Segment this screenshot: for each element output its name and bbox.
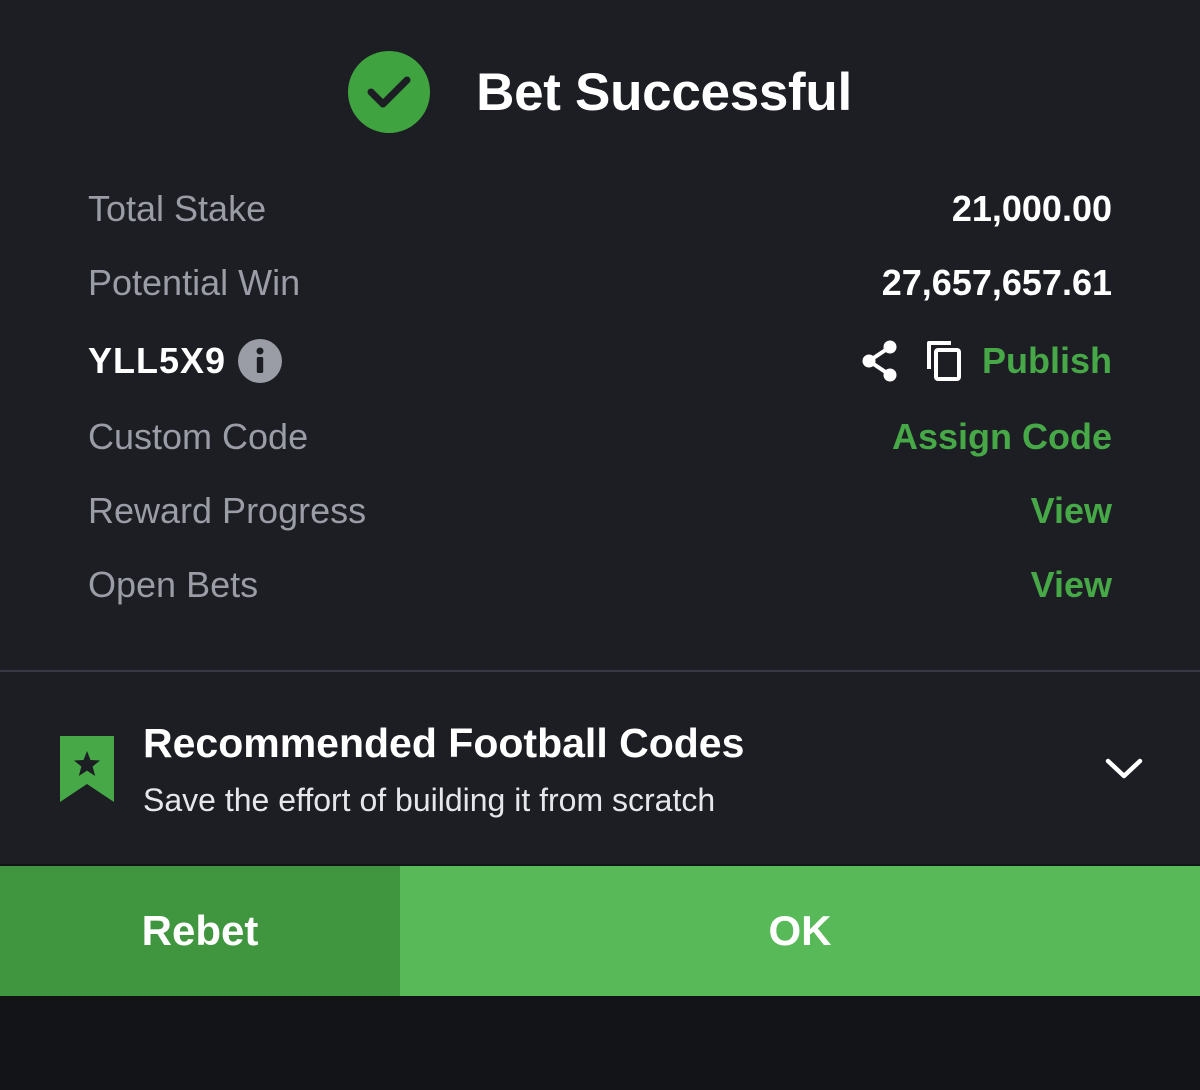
- reward-progress-row: Reward Progress View: [88, 476, 1112, 546]
- booking-code-row: YLL5X9 Publish: [88, 326, 1112, 396]
- copy-icon[interactable]: [924, 339, 964, 383]
- open-bets-row: Open Bets View: [88, 550, 1112, 620]
- rebet-button[interactable]: Rebet: [0, 866, 400, 996]
- dialog-title: Bet Successful: [476, 62, 852, 122]
- recommended-subtitle: Save the effort of building it from scra…: [143, 782, 716, 818]
- potential-win-label: Potential Win: [88, 262, 301, 303]
- reward-progress-view-link[interactable]: View: [1031, 490, 1112, 532]
- potential-win-value: 27,657,657.61: [881, 262, 1112, 303]
- section-divider: [0, 670, 1200, 672]
- recommended-codes-section[interactable]: Recommended Football Codes Save the effo…: [0, 690, 1200, 850]
- custom-code-label: Custom Code: [88, 416, 309, 457]
- total-stake-value: 21,000.00: [951, 188, 1112, 229]
- recommended-title: Recommended Football Codes: [143, 720, 745, 766]
- chevron-down-icon[interactable]: [1102, 754, 1146, 787]
- reward-progress-label: Reward Progress: [88, 490, 367, 531]
- total-stake-label: Total Stake: [88, 188, 267, 229]
- action-buttons: Rebet OK: [0, 866, 1200, 996]
- check-circle-icon: [348, 51, 431, 133]
- open-bets-label: Open Bets: [88, 564, 259, 605]
- open-bets-view-link[interactable]: View: [1031, 564, 1112, 606]
- publish-link[interactable]: Publish: [982, 340, 1112, 382]
- total-stake-row: Total Stake 21,000.00: [88, 174, 1112, 244]
- bookmark-star-icon: [60, 736, 114, 807]
- dialog-header: Bet Successful: [0, 51, 1200, 133]
- bet-success-dialog: Bet Successful Total Stake 21,000.00 Pot…: [0, 0, 1200, 864]
- booking-actions: Publish: [860, 339, 1112, 383]
- share-icon[interactable]: [860, 339, 900, 383]
- assign-code-link[interactable]: Assign Code: [892, 416, 1112, 458]
- custom-code-row: Custom Code Assign Code: [88, 402, 1112, 472]
- info-icon[interactable]: [238, 339, 283, 383]
- ok-button[interactable]: OK: [400, 866, 1200, 996]
- booking-code: YLL5X9: [88, 340, 227, 381]
- potential-win-row: Potential Win 27,657,657.61: [88, 248, 1112, 318]
- booking-code-group: YLL5X9: [88, 339, 283, 383]
